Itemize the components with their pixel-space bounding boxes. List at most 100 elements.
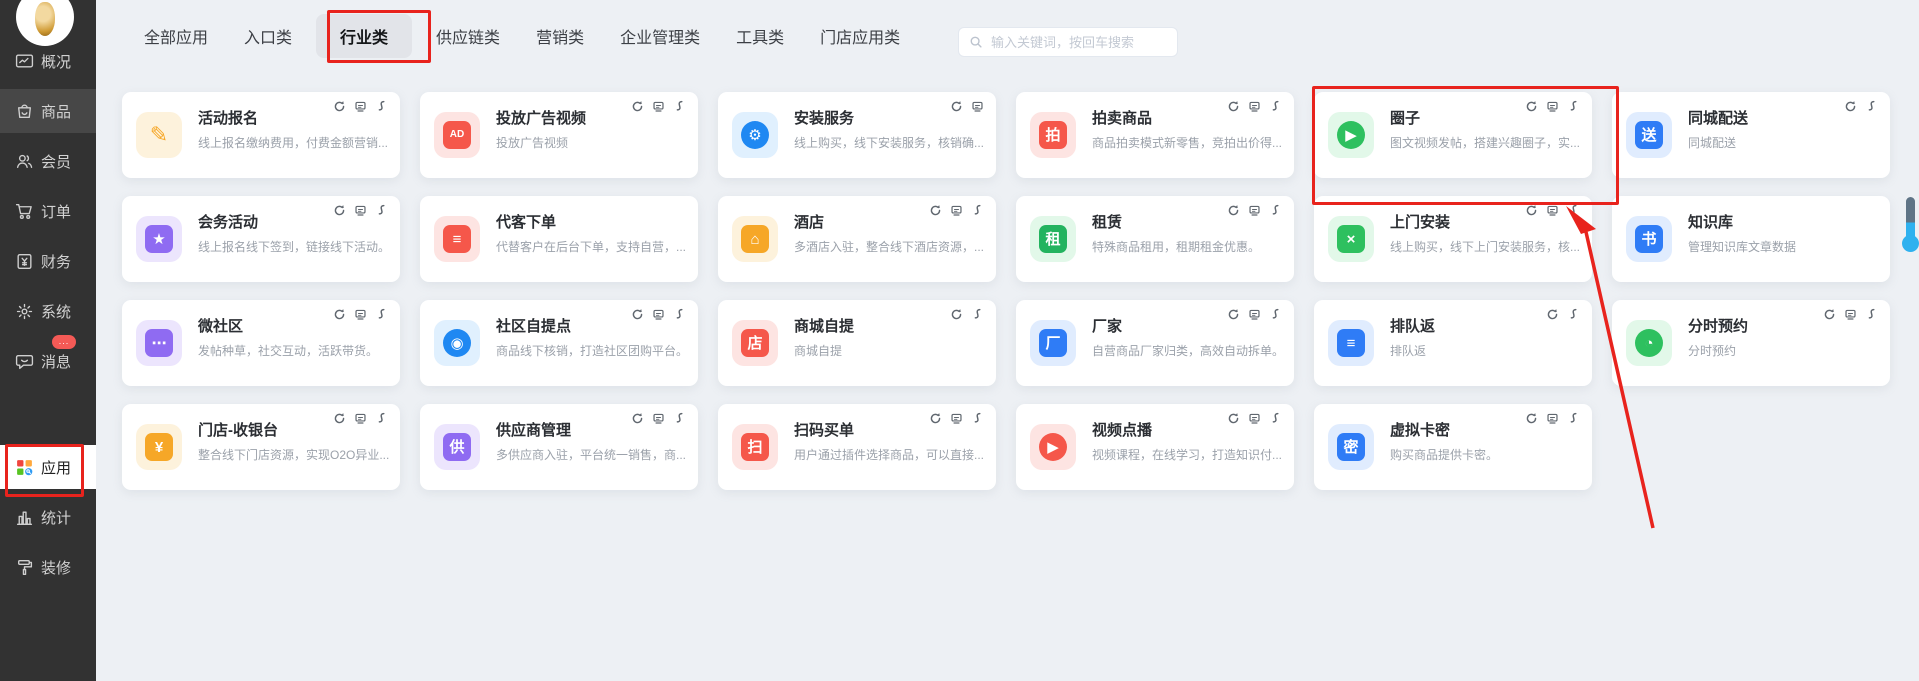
refresh-icon[interactable] — [1844, 100, 1857, 113]
refresh-icon[interactable] — [1823, 308, 1836, 321]
app-card[interactable]: ▶视频点播视频课程，在线学习，打造知识付... — [1016, 404, 1294, 490]
link-icon[interactable] — [1269, 204, 1282, 217]
refresh-icon[interactable] — [1227, 308, 1240, 321]
link-icon[interactable] — [1567, 412, 1580, 425]
app-card[interactable]: 密虚拟卡密购买商品提供卡密。 — [1314, 404, 1592, 490]
app-card[interactable]: 扫扫码买单用户通过插件选择商品，可以直接... — [718, 404, 996, 490]
app-card[interactable]: ≡排队返排队返 — [1314, 300, 1592, 386]
market-icon[interactable] — [1844, 308, 1857, 321]
app-card[interactable]: ⌂酒店多酒店入驻，整合线下酒店资源，... — [718, 196, 996, 282]
link-icon[interactable] — [673, 100, 686, 113]
market-icon[interactable] — [1248, 204, 1261, 217]
link-icon[interactable] — [1269, 100, 1282, 113]
tab-tools[interactable]: 工具类 — [736, 24, 784, 48]
refresh-icon[interactable] — [1227, 100, 1240, 113]
sidebar-item-apps[interactable]: 应用 — [0, 445, 96, 489]
link-icon[interactable] — [971, 412, 984, 425]
sidebar-item-goods[interactable]: 商品 — [0, 89, 96, 133]
link-icon[interactable] — [375, 204, 388, 217]
tab-entry[interactable]: 入口类 — [244, 24, 292, 48]
link-icon[interactable] — [375, 308, 388, 321]
link-icon[interactable] — [971, 204, 984, 217]
refresh-icon[interactable] — [950, 308, 963, 321]
link-icon[interactable] — [1567, 308, 1580, 321]
link-icon[interactable] — [1269, 412, 1282, 425]
tab-marketing[interactable]: 营销类 — [536, 24, 584, 48]
link-icon[interactable] — [1865, 308, 1878, 321]
market-icon[interactable] — [1546, 412, 1559, 425]
thermometer-knob[interactable] — [1902, 235, 1919, 252]
market-icon[interactable] — [1248, 100, 1261, 113]
sidebar-item-message[interactable]: 消息... — [0, 339, 96, 383]
app-card[interactable]: ◔分时预约分时预约 — [1612, 300, 1890, 386]
app-card[interactable]: ×上门安装线上购买，线下上门安装服务，核... — [1314, 196, 1592, 282]
link-icon[interactable] — [1865, 100, 1878, 113]
refresh-icon[interactable] — [929, 204, 942, 217]
market-icon[interactable] — [1546, 204, 1559, 217]
refresh-icon[interactable] — [1546, 308, 1559, 321]
sidebar-item-order[interactable]: 订单 — [0, 189, 96, 233]
market-icon[interactable] — [1248, 412, 1261, 425]
refresh-icon[interactable] — [631, 100, 644, 113]
refresh-icon[interactable] — [950, 100, 963, 113]
refresh-icon[interactable] — [333, 100, 346, 113]
app-card[interactable]: 租租赁特殊商品租用，租期租金优惠。 — [1016, 196, 1294, 282]
refresh-icon[interactable] — [631, 308, 644, 321]
link-icon[interactable] — [375, 412, 388, 425]
link-icon[interactable] — [1567, 204, 1580, 217]
tab-industry[interactable]: 行业类 — [316, 14, 412, 58]
refresh-icon[interactable] — [1525, 412, 1538, 425]
refresh-icon[interactable] — [631, 412, 644, 425]
market-icon[interactable] — [971, 100, 984, 113]
link-icon[interactable] — [673, 308, 686, 321]
link-icon[interactable] — [1269, 308, 1282, 321]
market-icon[interactable] — [1248, 308, 1261, 321]
refresh-icon[interactable] — [1525, 204, 1538, 217]
app-card[interactable]: 拍拍卖商品商品拍卖模式新零售，竞拍出价得... — [1016, 92, 1294, 178]
sidebar-item-design[interactable]: 装修 — [0, 545, 96, 589]
app-card[interactable]: 厂厂家自营商品厂家归类，高效自动拆单。 — [1016, 300, 1294, 386]
market-icon[interactable] — [354, 100, 367, 113]
sidebar-item-overview[interactable]: 概况 — [0, 39, 96, 83]
link-icon[interactable] — [375, 100, 388, 113]
tab-all[interactable]: 全部应用 — [144, 24, 208, 48]
sidebar-item-member[interactable]: 会员 — [0, 139, 96, 183]
app-card[interactable]: ★会务活动线上报名线下签到，链接线下活动。 — [122, 196, 400, 282]
link-icon[interactable] — [971, 308, 984, 321]
app-card[interactable]: ◉社区自提点商品线下核销，打造社区团购平台。 — [420, 300, 698, 386]
market-icon[interactable] — [652, 308, 665, 321]
market-icon[interactable] — [354, 308, 367, 321]
market-icon[interactable] — [1546, 100, 1559, 113]
app-card[interactable]: 店商城自提商城自提 — [718, 300, 996, 386]
sidebar-item-stats[interactable]: 统计 — [0, 495, 96, 539]
refresh-icon[interactable] — [929, 412, 942, 425]
app-card[interactable]: 供供应商管理多供应商入驻，平台统一销售，商... — [420, 404, 698, 490]
refresh-icon[interactable] — [333, 412, 346, 425]
sidebar-item-finance[interactable]: 财务 — [0, 239, 96, 283]
search-input[interactable] — [989, 34, 1163, 51]
search-box[interactable] — [958, 27, 1178, 57]
tab-store[interactable]: 门店应用类 — [820, 24, 900, 48]
refresh-icon[interactable] — [1227, 204, 1240, 217]
market-icon[interactable] — [652, 412, 665, 425]
market-icon[interactable] — [950, 204, 963, 217]
app-card[interactable]: AD投放广告视频投放广告视频 — [420, 92, 698, 178]
market-icon[interactable] — [354, 204, 367, 217]
app-card[interactable]: ≡代客下单代替客户在后台下单，支持自营，... — [420, 196, 698, 282]
refresh-icon[interactable] — [333, 204, 346, 217]
app-card[interactable]: ▶圈子图文视频发帖，搭建兴趣圈子，实... — [1314, 92, 1592, 178]
app-card[interactable]: 送同城配送同城配送 — [1612, 92, 1890, 178]
market-icon[interactable] — [354, 412, 367, 425]
sidebar-item-system[interactable]: 系统 — [0, 289, 96, 333]
app-card[interactable]: ¥门店-收银台整合线下门店资源，实现O2O异业... — [122, 404, 400, 490]
market-icon[interactable] — [652, 100, 665, 113]
refresh-icon[interactable] — [1525, 100, 1538, 113]
app-card[interactable]: ⚙安装服务线上购买，线下安装服务，核销确... — [718, 92, 996, 178]
app-card[interactable]: 书知识库管理知识库文章数据 — [1612, 196, 1890, 282]
scroll-thermometer-widget[interactable] — [1901, 197, 1919, 255]
tab-supply[interactable]: 供应链类 — [436, 24, 500, 48]
app-card[interactable]: ✎活动报名线上报名缴纳费用，付费金额营销... — [122, 92, 400, 178]
link-icon[interactable] — [1567, 100, 1580, 113]
app-card[interactable]: ⋯微社区发帖种草，社交互动，活跃带货。 — [122, 300, 400, 386]
market-icon[interactable] — [950, 412, 963, 425]
